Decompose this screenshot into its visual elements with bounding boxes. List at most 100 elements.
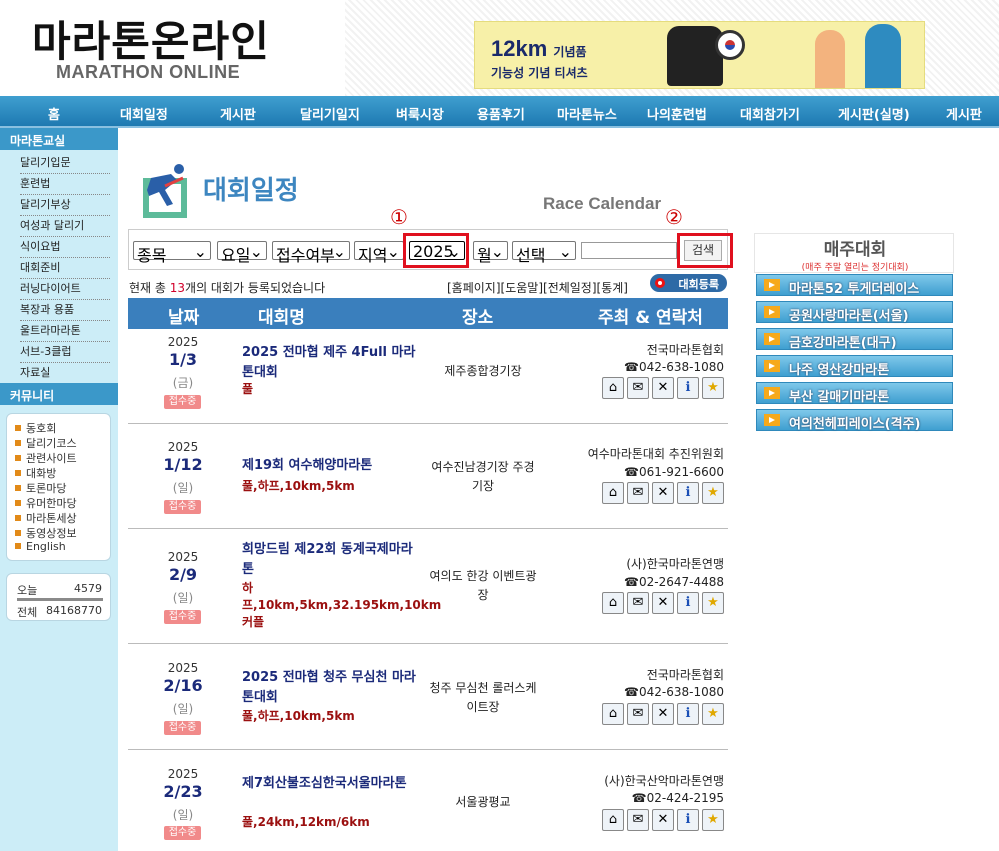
race-name-link[interactable]: 제7회산불조심한국서울마라톤	[242, 774, 422, 794]
search-input[interactable]	[581, 242, 677, 259]
nav-flea-market[interactable]: 벼룩시장	[396, 104, 444, 123]
sidebar-item[interactable]: 서브-3클럽	[20, 343, 110, 363]
info-icon[interactable]: ℹ	[677, 482, 699, 504]
star-icon[interactable]: ★	[702, 592, 724, 614]
race-name-link[interactable]: 2025 전마협 제주 4Full 마라톤대회	[242, 343, 422, 383]
community-item[interactable]: 동호회	[15, 420, 56, 436]
community-item[interactable]: 토론마당	[15, 480, 66, 496]
search-field-select[interactable]: 선택 ⌄	[512, 241, 576, 265]
weekly-race-link[interactable]: 여의천헤피레이스(격주)	[756, 409, 953, 432]
ad-subtitle: 기능성 기념 티셔츠	[491, 66, 588, 80]
status-badge: 접수중	[164, 395, 201, 409]
nav-race-schedule[interactable]: 대회일정	[120, 104, 168, 123]
site-logo-english[interactable]: MARATHON ONLINE	[56, 62, 240, 83]
bullet-icon	[15, 425, 21, 431]
race-name-link[interactable]: 제19회 여수해양마라톤	[242, 456, 422, 476]
nav-board-realname[interactable]: 게시판(실명)	[838, 104, 910, 123]
weekly-race-link[interactable]: 나주 영산강마라톤	[756, 355, 953, 378]
weekly-race-link[interactable]: 공원사랑마라톤(서울)	[756, 301, 953, 324]
sidebar-item[interactable]: 달리기부상	[20, 196, 110, 216]
bullet-icon	[15, 500, 21, 506]
tshirt-image	[667, 26, 723, 86]
registration-select[interactable]: 접수여부 ⌄	[272, 241, 350, 265]
sidebar-item[interactable]: 울트라마라톤	[20, 322, 110, 342]
community-item[interactable]: English	[15, 540, 66, 553]
nav-marathon-news[interactable]: 마라톤뉴스	[557, 104, 617, 123]
weekly-race-link[interactable]: 마라톤52 투게더레이스	[756, 274, 953, 297]
sidebar-item[interactable]: 여성과 달리기	[20, 217, 110, 237]
mail-icon[interactable]: ✉	[627, 703, 649, 725]
nav-gear-reviews[interactable]: 용품후기	[477, 104, 525, 123]
mail-icon[interactable]: ✉	[627, 482, 649, 504]
organizer: (사)한국마라톤연맹	[626, 557, 724, 571]
ad-banner[interactable]: 12km 기념품 기능성 기념 티셔츠	[474, 21, 925, 89]
info-icon[interactable]: ℹ	[677, 377, 699, 399]
arrow-right-icon	[764, 333, 780, 345]
row-date: 2/9	[168, 565, 198, 584]
mail-icon[interactable]: ✉	[627, 377, 649, 399]
race-categories: 풀,24km,12km/6km	[242, 815, 370, 829]
star-icon[interactable]: ★	[702, 482, 724, 504]
home-icon[interactable]: ⌂	[602, 592, 624, 614]
race-place: 여수진남경기장 주경기장	[431, 460, 535, 493]
region-select[interactable]: 지역 ⌄	[354, 241, 404, 265]
weekly-race-link[interactable]: 부산 갈매기마라톤	[756, 382, 953, 405]
month-select[interactable]: 월 ⌄	[473, 241, 508, 265]
chevron-down-icon: ⌄	[193, 242, 207, 261]
sidebar-item[interactable]: 자료실	[20, 364, 110, 384]
nav-board-2[interactable]: 게시판	[946, 104, 982, 123]
home-icon[interactable]: ⌂	[602, 809, 624, 831]
annotation-marker-2: ②	[665, 205, 683, 229]
register-race-button[interactable]: 대회등록	[650, 274, 727, 292]
tools-icon[interactable]: ✕	[652, 482, 674, 504]
race-name-link[interactable]: 희망드림 제22회 동계국제마라톤	[242, 540, 422, 580]
info-icon[interactable]: ℹ	[677, 809, 699, 831]
nav-home[interactable]: 홈	[48, 104, 60, 123]
info-icon[interactable]: ℹ	[677, 703, 699, 725]
tools-icon[interactable]: ✕	[652, 377, 674, 399]
sidebar-item[interactable]: 훈련법	[20, 175, 110, 195]
sidebar-item[interactable]: 식이요법	[20, 238, 110, 258]
mail-icon[interactable]: ✉	[627, 809, 649, 831]
community-item[interactable]: 유머한마당	[15, 495, 77, 511]
nav-race-reviews[interactable]: 대회참가기	[740, 104, 800, 123]
star-icon[interactable]: ★	[702, 377, 724, 399]
home-icon[interactable]: ⌂	[602, 377, 624, 399]
sidebar-item[interactable]: 러닝다이어트	[20, 280, 110, 300]
utility-links[interactable]: [홈페이지][도움말][전체일정][통계]	[447, 279, 628, 296]
weekly-race-link[interactable]: 금호강마라톤(대구)	[756, 328, 953, 351]
weekday-select[interactable]: 요일 ⌄	[217, 241, 267, 265]
mail-icon[interactable]: ✉	[627, 592, 649, 614]
row-actions: ⌂ ✉ ✕ ℹ ★	[602, 703, 724, 727]
row-year: 2025	[167, 767, 199, 781]
info-icon[interactable]: ℹ	[677, 592, 699, 614]
community-item[interactable]: 달리기코스	[15, 435, 77, 451]
tools-icon[interactable]: ✕	[652, 809, 674, 831]
tools-icon[interactable]: ✕	[652, 592, 674, 614]
nav-board[interactable]: 게시판	[220, 104, 256, 123]
header-race-name: 대회명	[258, 308, 305, 328]
table-header: 날짜 대회명 장소 주최 & 연락처	[128, 298, 728, 329]
community-item[interactable]: 대화방	[15, 465, 56, 481]
home-icon[interactable]: ⌂	[602, 703, 624, 725]
star-icon[interactable]: ★	[702, 703, 724, 725]
community-item-label: 토론마당	[26, 482, 67, 495]
home-icon[interactable]: ⌂	[602, 482, 624, 504]
table-row: 2025 1/12 (일) 접수중 제19회 여수해양마라톤 풀,하프,10km…	[128, 424, 728, 529]
sidebar-item[interactable]: 복장과 용품	[20, 301, 110, 321]
community-item[interactable]: 동영상정보	[15, 525, 77, 541]
nav-training[interactable]: 나의훈련법	[647, 104, 707, 123]
bullet-icon	[15, 440, 21, 446]
race-place: 여의도 한강 이벤트광장	[429, 569, 537, 602]
community-item[interactable]: 관련사이트	[15, 450, 77, 466]
race-name-link[interactable]: 2025 전마협 청주 무심천 마라톤대회	[242, 668, 422, 708]
star-icon[interactable]: ★	[702, 809, 724, 831]
row-actions: ⌂ ✉ ✕ ℹ ★	[602, 592, 724, 616]
sidebar-item[interactable]: 달리기입문	[20, 154, 110, 174]
nav-running-log[interactable]: 달리기일지	[300, 104, 360, 123]
community-item[interactable]: 마라톤세상	[15, 510, 77, 526]
site-logo[interactable]: 마라톤온라인	[32, 8, 270, 69]
event-type-select[interactable]: 종목 ⌄	[133, 241, 211, 265]
tools-icon[interactable]: ✕	[652, 703, 674, 725]
sidebar-item[interactable]: 대회준비	[20, 259, 110, 279]
